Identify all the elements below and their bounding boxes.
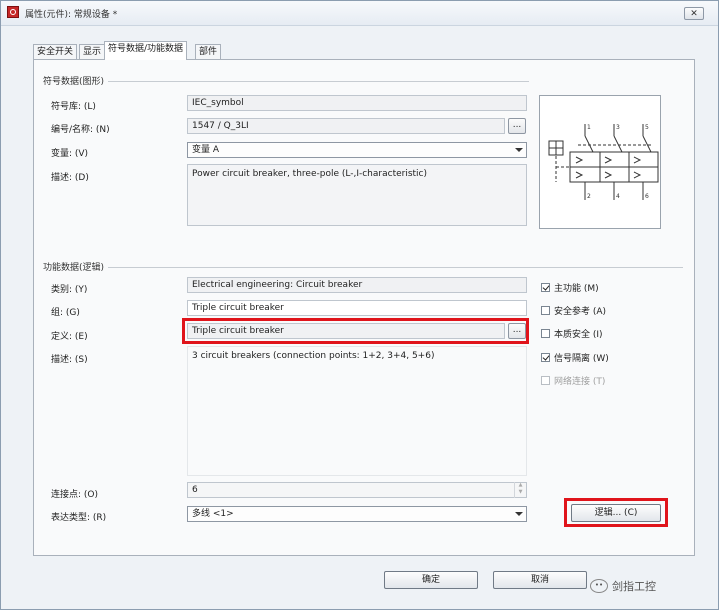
checkbox-label: 信号隔离 (W)	[554, 354, 609, 364]
ok-button[interactable]: 确定	[384, 571, 478, 589]
wechat-icon: ••	[590, 579, 608, 593]
category-label: 类别: (Y)	[51, 285, 88, 295]
pin-label: 5	[645, 124, 649, 131]
app-icon	[7, 6, 19, 18]
function-data-group	[43, 267, 683, 268]
spin-down-icon: ▼	[518, 489, 523, 495]
checkbox-label: 网络连接 (T)	[554, 377, 606, 387]
symbol-preview: 1 3 5 2 4 6	[539, 95, 661, 229]
tab-display[interactable]: 显示	[79, 44, 106, 59]
pin-label: 6	[645, 193, 649, 200]
chevron-down-icon	[515, 148, 523, 152]
function-data-group-title: 功能数据(逻辑)	[43, 260, 109, 273]
symbol-number-label: 编号/名称: (N)	[51, 125, 110, 135]
checkbox-checked-icon	[541, 353, 550, 362]
symbol-data-group-title: 符号数据(图形)	[43, 74, 109, 87]
connection-points-field[interactable]: 6	[187, 482, 527, 498]
symbol-browse-button[interactable]: ...	[508, 118, 526, 134]
tab-symbol-function-data[interactable]: 符号数据/功能数据	[104, 41, 188, 60]
variant-select-value: 变量 A	[192, 145, 220, 155]
representation-type-label: 表达类型: (R)	[51, 513, 107, 523]
checkbox-unchecked-icon	[541, 376, 550, 385]
category-field[interactable]: Electrical engineering: Circuit breaker	[187, 277, 527, 293]
function-description-field[interactable]: 3 circuit breakers (connection points: 1…	[187, 346, 527, 476]
function-description-label: 描述: (S)	[51, 355, 88, 365]
properties-dialog: 属性(元件): 常规设备 * ✕ 安全开关 显示 符号数据/功能数据 部件 符号…	[0, 0, 719, 610]
checkbox-label: 安全参考 (A)	[554, 307, 607, 317]
variant-label: 变量: (V)	[51, 149, 89, 159]
close-button[interactable]: ✕	[684, 7, 704, 20]
logic-highlight	[564, 498, 668, 527]
tab-safety-switch[interactable]: 安全开关	[33, 44, 78, 59]
symbol-number-field[interactable]: 1547 / Q_3LI	[187, 118, 505, 134]
watermark-text: 剑指工控	[612, 580, 656, 593]
symbol-library-field[interactable]: IEC_symbol	[187, 95, 527, 111]
symbol-description-field[interactable]: Power circuit breaker, three-pole (L-,I-…	[187, 164, 527, 226]
symbol-data-group	[43, 81, 529, 82]
checkbox-label: 本质安全 (I)	[554, 330, 603, 340]
group-field[interactable]: Triple circuit breaker	[187, 300, 527, 316]
definition-highlight	[182, 318, 529, 344]
definition-label: 定义: (E)	[51, 332, 88, 342]
connection-points-label: 连接点: (O)	[51, 490, 98, 500]
checkbox-unchecked-icon	[541, 329, 550, 338]
group-label: 组: (G)	[51, 308, 80, 318]
title-bar: 属性(元件): 常规设备 * ✕	[1, 1, 718, 26]
signal-isolation-checkbox[interactable]: 信号隔离 (W)	[541, 351, 609, 364]
variant-select[interactable]: 变量 A	[187, 142, 527, 158]
circuit-breaker-symbol-icon: 1 3 5 2 4 6	[548, 124, 659, 200]
pin-label: 3	[616, 124, 620, 131]
tab-parts[interactable]: 部件	[195, 44, 222, 59]
checkbox-checked-icon	[541, 283, 550, 292]
representation-type-select[interactable]: 多线 <1>	[187, 506, 527, 522]
safety-reference-checkbox[interactable]: 安全参考 (A)	[541, 304, 606, 317]
main-function-checkbox[interactable]: 主功能 (M)	[541, 281, 599, 294]
watermark: •• 剑指工控	[590, 578, 656, 594]
pin-label: 2	[587, 193, 591, 200]
window-title: 属性(元件): 常规设备 *	[25, 10, 118, 20]
symbol-library-label: 符号库: (L)	[51, 102, 96, 112]
cancel-button[interactable]: 取消	[493, 571, 587, 589]
connection-points-stepper[interactable]: ▲ ▼	[514, 482, 526, 498]
pin-label: 1	[587, 124, 591, 131]
spin-up-icon: ▲	[518, 482, 523, 488]
symbol-description-label: 描述: (D)	[51, 173, 89, 183]
network-connection-checkbox: 网络连接 (T)	[541, 374, 605, 387]
connection-points-value: 6	[192, 485, 198, 495]
checkbox-unchecked-icon	[541, 306, 550, 315]
checkbox-label: 主功能 (M)	[554, 284, 599, 294]
chevron-down-icon	[515, 512, 523, 516]
representation-type-value: 多线 <1>	[192, 509, 234, 519]
intrinsic-safety-checkbox[interactable]: 本质安全 (I)	[541, 327, 603, 340]
pin-label: 4	[616, 193, 620, 200]
